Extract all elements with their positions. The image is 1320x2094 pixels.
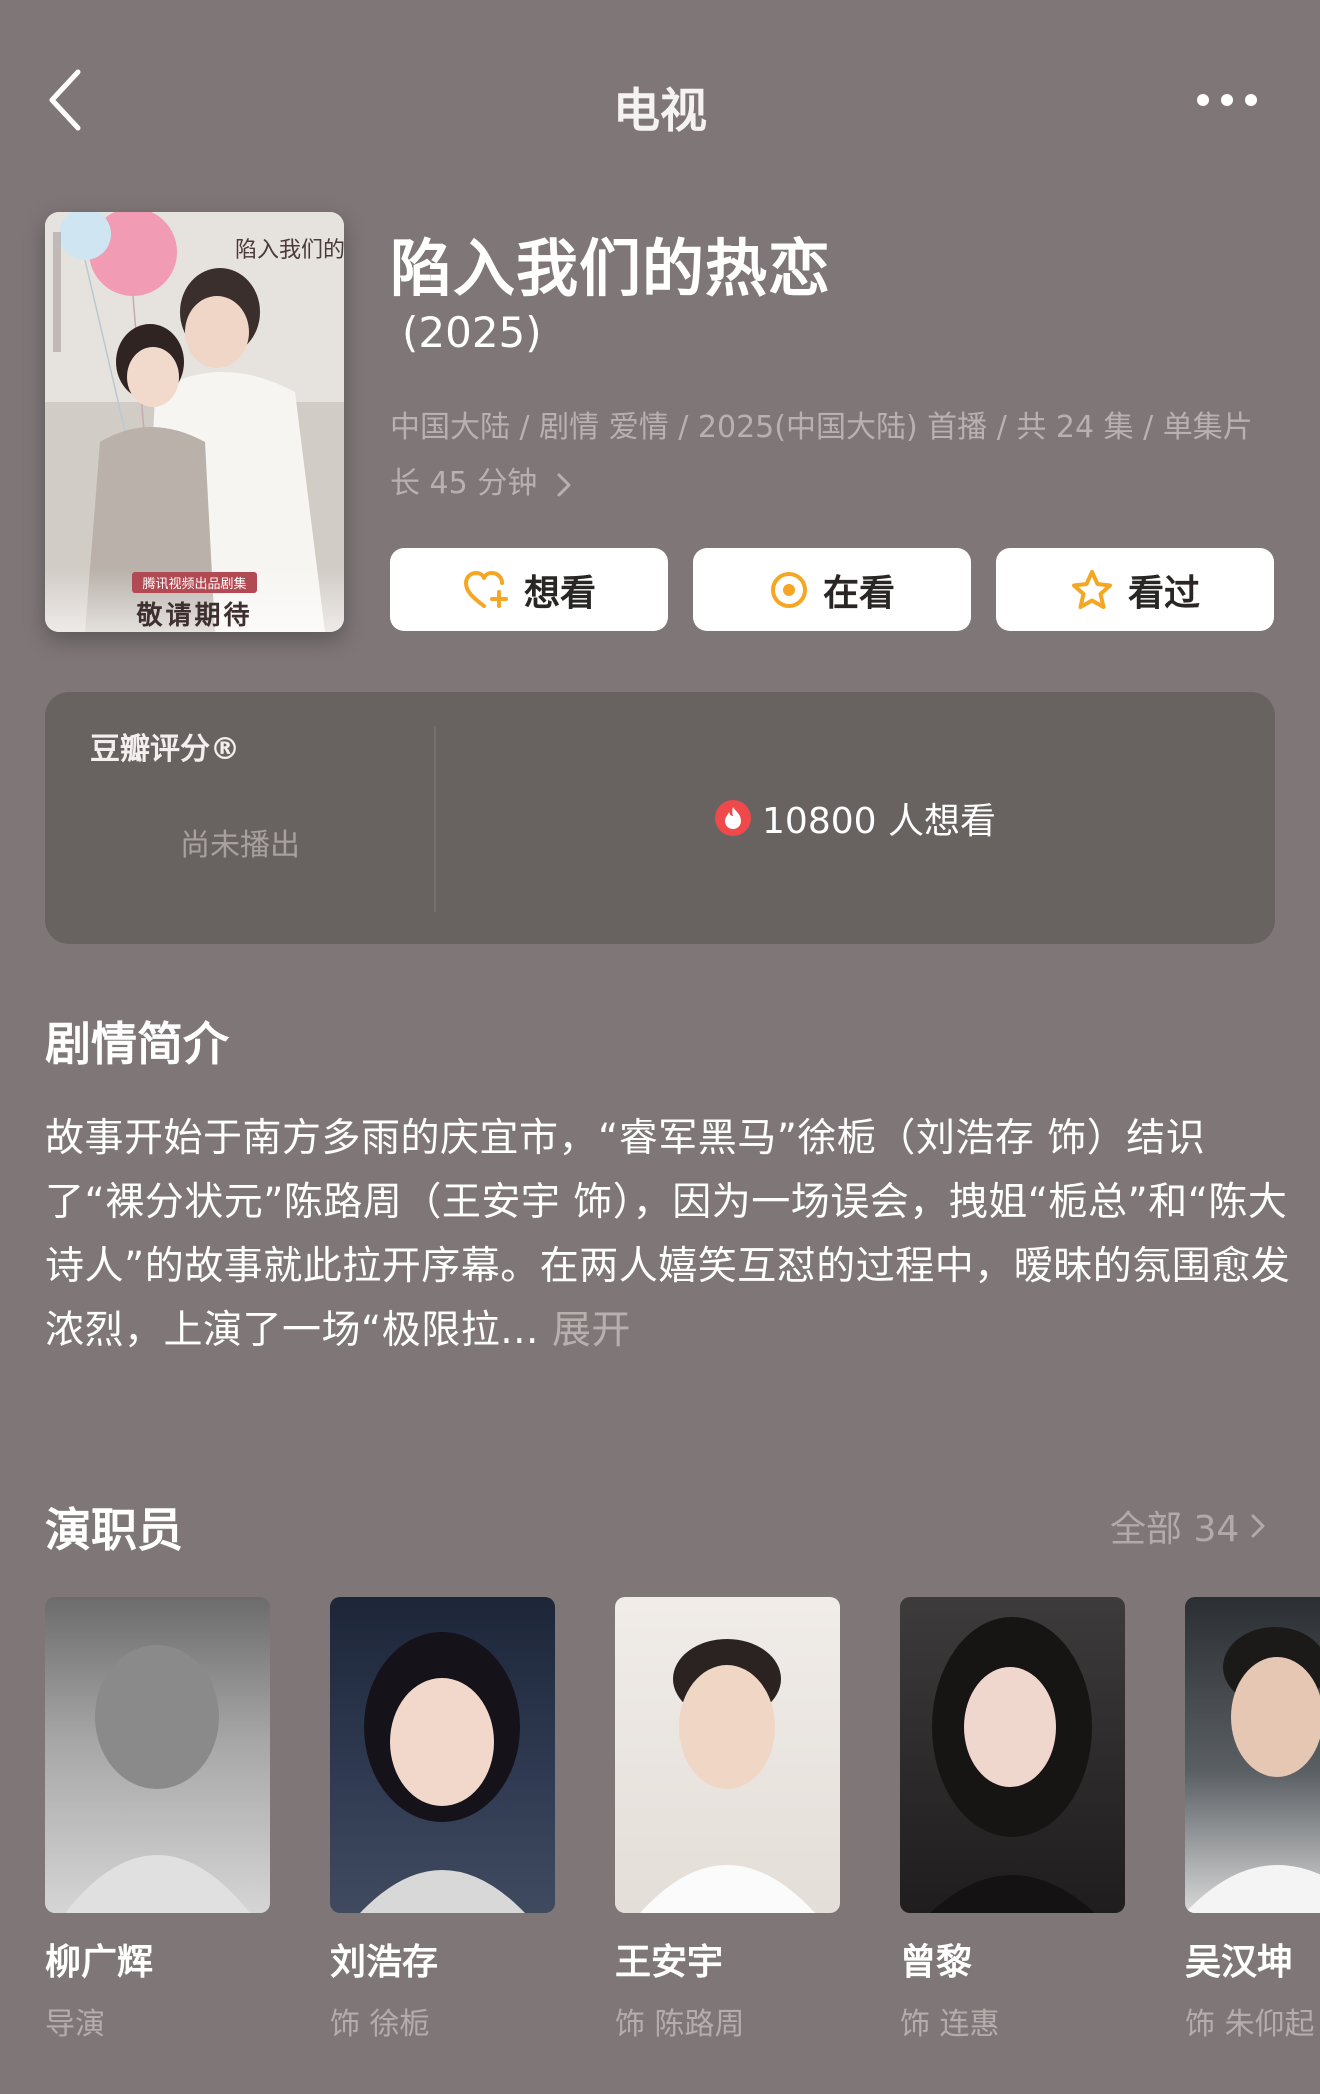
- want-count-text: 10800 人想看: [762, 801, 996, 842]
- cast-portrait-image: [1185, 1627, 1320, 1913]
- cast-card[interactable]: 吴汉坤 饰 朱仰起: [1185, 1597, 1320, 2037]
- want-to-watch-label: 想看: [523, 572, 596, 614]
- want-count-row[interactable]: 10800 人想看: [435, 790, 1275, 846]
- cast-card[interactable]: 曾黎 饰 连惠: [900, 1597, 1125, 2037]
- rating-card: 豆瓣评分® 尚未播出 10800 人想看: [45, 692, 1275, 944]
- cast-role: 导演: [45, 2007, 105, 2037]
- movie-meta-link[interactable]: 中国大陆 / 剧情 爱情 / 2025(中国大陆) 首播 / 共 24 集 / …: [390, 400, 1280, 512]
- cast-list: 柳广辉 导演 刘浩存 饰 徐栀 王安宇 饰 陈路周 曾黎 饰 连惠 吴汉坤 饰 …: [45, 1597, 1320, 2037]
- cast-portrait-image: [640, 1639, 815, 1913]
- fire-icon: [715, 800, 752, 836]
- more-options-button[interactable]: [1192, 78, 1262, 122]
- watching-label: 在看: [822, 572, 895, 614]
- cast-name: 刘浩存: [330, 1942, 439, 1983]
- watched-button[interactable]: 看过: [996, 548, 1274, 631]
- cast-photo: [45, 1597, 270, 1913]
- page-title: 电视: [613, 84, 707, 139]
- cast-role: 饰 陈路周: [615, 2007, 745, 2037]
- cast-name: 曾黎: [900, 1942, 973, 1983]
- poster-caption: 腾讯视频出品剧集 敬请期待: [45, 568, 344, 632]
- watched-label: 看过: [1127, 572, 1200, 614]
- star-icon: [1071, 569, 1112, 609]
- cast-card[interactable]: 王安宇 饰 陈路周: [615, 1597, 840, 2037]
- cast-portrait-image: [65, 1645, 250, 1913]
- cast-name: 柳广辉: [45, 1942, 154, 1983]
- chevron-right-icon: [1251, 1514, 1265, 1538]
- cast-photo: [330, 1597, 555, 1913]
- cast-photo: [900, 1597, 1125, 1913]
- poster-tag: 腾讯视频出品剧集: [132, 572, 257, 593]
- want-to-watch-button[interactable]: 想看: [390, 548, 668, 631]
- rating-status: 尚未播出: [180, 828, 300, 863]
- heart-plus-icon: [463, 570, 508, 608]
- ellipsis-icon: [1197, 94, 1257, 106]
- target-icon: [770, 571, 807, 608]
- poster-calligraphy: 陷入我们的热恋: [235, 238, 344, 263]
- cast-role: 饰 徐栀: [330, 2007, 430, 2037]
- movie-meta-text: 中国大陆 / 剧情 爱情 / 2025(中国大陆) 首播 / 共 24 集 / …: [390, 410, 1253, 501]
- cast-name: 吴汉坤: [1185, 1942, 1294, 1983]
- synopsis-text: 故事开始于南方多雨的庆宜市，“睿军黑马”徐栀（刘浩存 饰）结识了“裸分状元”陈路…: [45, 1107, 1295, 1363]
- cast-photo: [1185, 1597, 1320, 1913]
- cast-section-title: 演职员: [45, 1503, 183, 1557]
- movie-year: (2025): [402, 308, 542, 357]
- cast-photo: [615, 1597, 840, 1913]
- cast-portrait-image: [360, 1632, 525, 1913]
- synopsis-content: 故事开始于南方多雨的庆宜市，“睿军黑马”徐栀（刘浩存 饰）结识了“裸分状元”陈路…: [45, 1116, 1291, 1353]
- cast-view-all-link[interactable]: 全部 34: [1110, 1500, 1267, 1552]
- cast-name: 王安宇: [615, 1942, 724, 1983]
- douban-rating-label: 豆瓣评分®: [90, 732, 240, 767]
- chevron-right-icon: [557, 473, 571, 496]
- expand-button[interactable]: 展开: [552, 1308, 631, 1353]
- cast-role: 饰 朱仰起: [1185, 2007, 1315, 2037]
- cast-all-label: 全部 34: [1110, 1509, 1240, 1550]
- cast-card[interactable]: 柳广辉 导演: [45, 1597, 270, 2037]
- cast-role: 饰 连惠: [900, 2007, 1000, 2037]
- cast-card[interactable]: 刘浩存 饰 徐栀: [330, 1597, 555, 2037]
- watching-button[interactable]: 在看: [693, 548, 971, 631]
- movie-title: 陷入我们的热恋: [390, 232, 832, 305]
- cast-portrait-image: [930, 1617, 1095, 1913]
- synopsis-title: 剧情简介: [45, 1017, 229, 1071]
- poster-image[interactable]: 陷入我们的热恋 腾讯视频出品剧集 敬请期待: [45, 212, 344, 632]
- poster-slogan: 敬请期待: [136, 601, 253, 631]
